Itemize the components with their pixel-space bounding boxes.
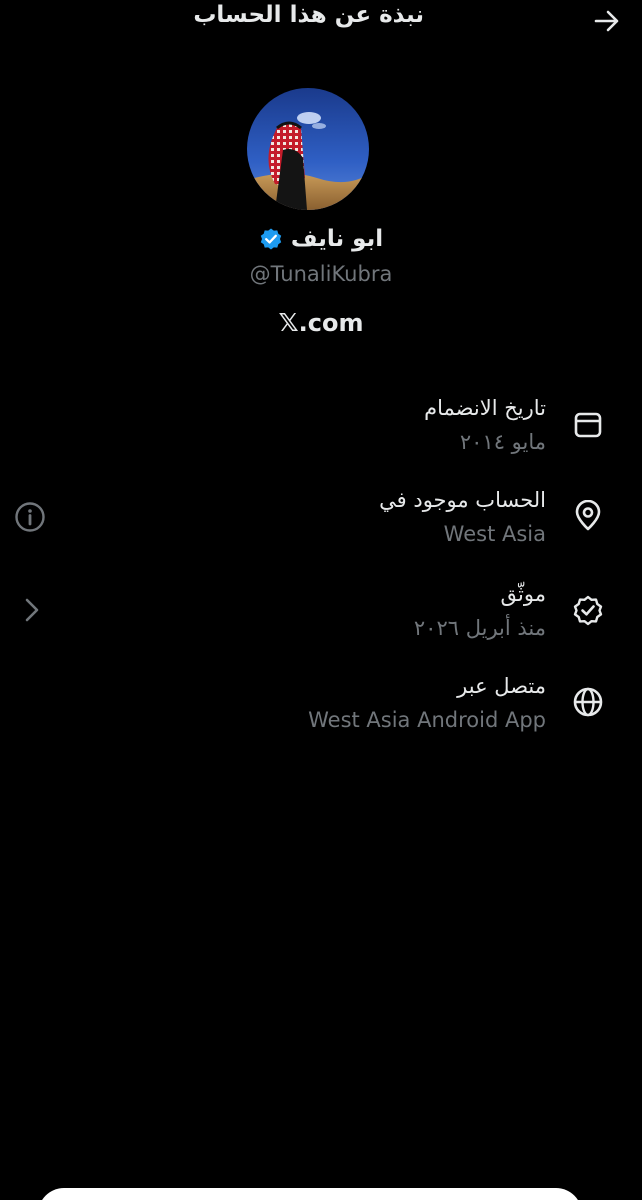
verified-check-icon xyxy=(573,595,603,626)
display-name-row: ابو نايف xyxy=(0,226,642,252)
about-account-screen: نبذة عن هذا الحساب ابو نايف @TunaliKubra… xyxy=(0,0,642,1200)
display-name: ابو نايف xyxy=(290,226,384,252)
detail-value: West Asia xyxy=(443,522,546,546)
header: نبذة عن هذا الحساب xyxy=(0,0,642,44)
calendar-icon xyxy=(574,412,602,438)
detail-label: متصل عبر xyxy=(457,674,546,698)
arrow-right-icon[interactable] xyxy=(592,6,622,36)
detail-value: West Asia Android App xyxy=(308,708,546,732)
detail-value: منذ أبريل ٢٠٢٦ xyxy=(413,616,546,640)
globe-icon xyxy=(573,687,603,717)
bottom-sheet[interactable] xyxy=(38,1188,582,1200)
detail-join-date: تاريخ الانضمام مايو ٢٠١٤ xyxy=(0,396,642,466)
location-pin-icon xyxy=(575,500,601,531)
chevron-right-icon[interactable] xyxy=(20,596,44,624)
x-logo-icon: 𝕏 xyxy=(278,308,299,337)
verified-badge-icon xyxy=(260,228,282,250)
detail-label: تاريخ الانضمام xyxy=(424,396,546,420)
avatar-image xyxy=(247,88,369,210)
detail-label: الحساب موجود في xyxy=(379,488,546,512)
page-title: نبذة عن هذا الحساب xyxy=(193,2,424,28)
detail-location: الحساب موجود في West Asia xyxy=(0,488,642,558)
username-handle: @TunaliKubra xyxy=(249,262,393,286)
detail-value: مايو ٢٠١٤ xyxy=(459,430,546,454)
website-link[interactable]: 𝕏.com xyxy=(0,308,642,337)
website-domain: .com xyxy=(298,309,364,337)
info-icon[interactable] xyxy=(14,501,46,533)
avatar[interactable] xyxy=(247,88,369,210)
detail-verified: موثّق منذ أبريل ٢٠٢٦ xyxy=(0,582,642,652)
detail-label: موثّق xyxy=(500,582,546,606)
detail-connected-via: متصل عبر West Asia Android App xyxy=(0,674,642,744)
